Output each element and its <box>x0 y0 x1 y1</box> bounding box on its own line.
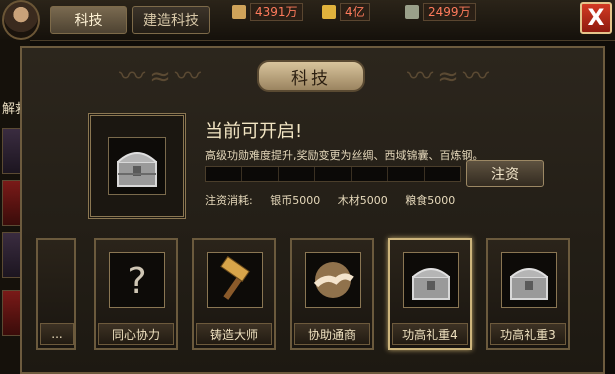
dragon-ornament-left-icon: 〰≈〰 <box>119 62 205 92</box>
skill-card-gonggao-3[interactable]: 功高礼重3 <box>486 238 570 350</box>
handshake-icon <box>305 252 361 308</box>
food-icon <box>405 5 419 19</box>
gold-icon <box>322 5 336 19</box>
investment-progress-bar <box>205 166 461 182</box>
cost-label: 注资消耗: <box>205 194 253 207</box>
hammer-icon <box>207 252 263 308</box>
skill-card-label: ... <box>40 323 74 345</box>
treasure-chest-icon <box>403 252 459 308</box>
resource-food: 2499万 <box>405 3 476 21</box>
dragon-ornament-right-icon: 〰≈〰 <box>407 62 493 92</box>
investment-cost: 注资消耗: 银币5000 木材5000 粮食5000 <box>205 192 469 208</box>
treasure-chest-icon <box>501 252 557 308</box>
tech-description: 高级功勋难度提升,奖励变更为丝绸、西域锦囊、百炼钢。 <box>205 149 484 162</box>
skill-card-label: 功高礼重4 <box>392 323 468 345</box>
panel-title: 科技 <box>257 60 365 92</box>
skill-card-partial[interactable]: ... <box>36 238 76 350</box>
skill-card-label: 铸造大师 <box>196 323 272 345</box>
resource-food-value: 2499万 <box>423 3 476 21</box>
skill-card-label: 同心协力 <box>98 323 174 345</box>
skill-card-tongxin[interactable]: ? 同心协力 <box>94 238 178 350</box>
skill-card-gonggao-4[interactable]: 功高礼重4 <box>388 238 472 350</box>
unlock-status-heading: 当前可开启! <box>205 121 303 142</box>
close-button[interactable]: X <box>580 2 612 34</box>
tab-build-technology[interactable]: 建造科技 <box>132 6 210 34</box>
cost-wood: 木材5000 <box>337 194 388 207</box>
skill-card-xiezhu[interactable]: 协助通商 <box>290 238 374 350</box>
invest-button[interactable]: 注资 <box>466 160 544 187</box>
skill-card-zhuzao[interactable]: 铸造大师 <box>192 238 276 350</box>
resource-gold-value: 4亿 <box>340 3 370 21</box>
skill-card-label: 功高礼重3 <box>490 323 566 345</box>
skill-card-label: 协助通商 <box>294 323 370 345</box>
cost-silver: 银币5000 <box>270 194 321 207</box>
silver-bar-icon <box>232 5 246 19</box>
treasure-chest-icon <box>108 137 166 195</box>
question-mark-icon: ? <box>109 252 165 308</box>
resource-silver: 4391万 <box>232 3 303 21</box>
resource-gold: 4亿 <box>322 3 370 21</box>
svg-text:?: ? <box>127 261 146 302</box>
player-avatar[interactable] <box>2 0 40 40</box>
resource-silver-value: 4391万 <box>250 3 303 21</box>
cost-food: 粮食5000 <box>405 194 456 207</box>
tab-technology[interactable]: 科技 <box>50 6 127 34</box>
